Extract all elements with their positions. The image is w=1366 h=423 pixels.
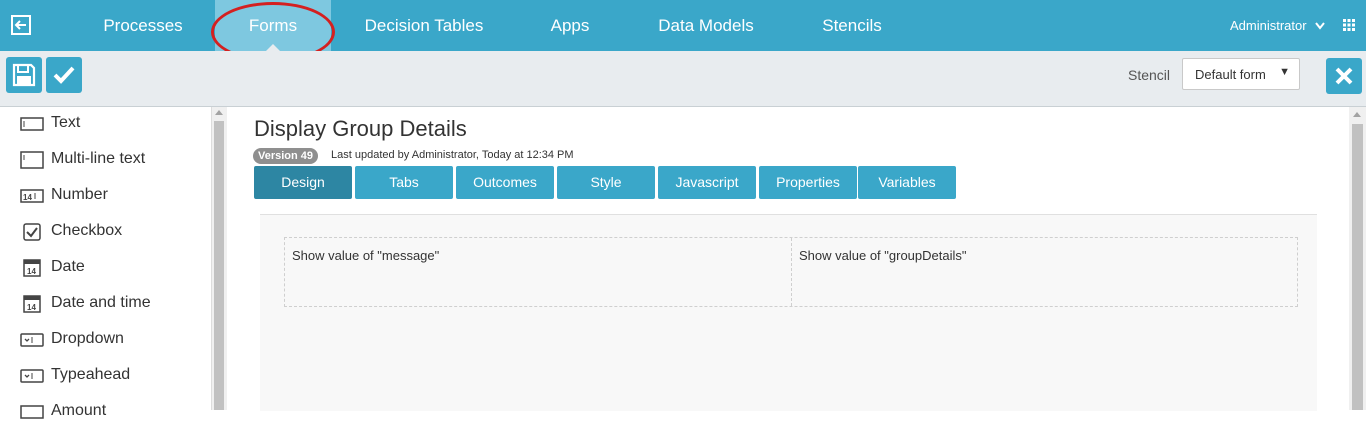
user-menu[interactable]: Administrator <box>1230 0 1325 51</box>
palette-item-checkbox[interactable]: Checkbox <box>20 215 205 243</box>
dropdown-icon <box>20 333 44 347</box>
save-button[interactable] <box>6 57 42 93</box>
top-nav: Processes Forms Decision Tables Apps Dat… <box>0 0 1366 51</box>
close-button[interactable] <box>1326 58 1362 94</box>
form-field-row[interactable]: Show value of "message" Show value of "g… <box>284 237 1298 307</box>
field-label: Show value of "message" <box>292 248 440 263</box>
nav-apps[interactable]: Apps <box>530 0 610 51</box>
checkmark-icon <box>53 66 75 84</box>
amount-icon <box>20 405 44 419</box>
palette-scrollbar[interactable] <box>211 107 227 410</box>
apps-grid-icon[interactable] <box>1343 19 1355 31</box>
chevron-down-icon <box>1315 22 1325 30</box>
tab-tabs[interactable]: Tabs <box>355 166 453 199</box>
scrollbar-thumb[interactable] <box>1352 124 1363 410</box>
palette-item-date[interactable]: 14 Date <box>20 251 205 279</box>
text-field-icon <box>20 117 44 131</box>
tab-variables[interactable]: Variables <box>858 166 956 199</box>
svg-text:14: 14 <box>27 267 36 276</box>
palette-item-number[interactable]: 14 Number <box>20 179 205 207</box>
palette-item-multiline-text[interactable]: Multi-line text <box>20 143 205 171</box>
design-canvas[interactable]: Show value of "message" Show value of "g… <box>260 214 1317 411</box>
stencil-select[interactable]: Default form ▼ <box>1182 58 1300 90</box>
validate-button[interactable] <box>46 57 82 93</box>
svg-text:14: 14 <box>23 193 32 202</box>
logout-icon[interactable] <box>10 14 32 36</box>
typeahead-icon <box>20 369 44 383</box>
palette-item-typeahead[interactable]: Typeahead <box>20 359 205 387</box>
page-title: Display Group Details <box>254 116 467 141</box>
svg-text:14: 14 <box>27 303 36 312</box>
field-show-group-details[interactable]: Show value of "groupDetails" <box>792 238 1297 306</box>
scroll-up-arrow-icon[interactable] <box>215 110 223 115</box>
scrollbar-thumb[interactable] <box>214 121 224 410</box>
multiline-text-icon <box>20 151 44 169</box>
editor-toolbar: Stencil Default form ▼ <box>0 51 1366 107</box>
palette-item-text[interactable]: Text <box>20 107 205 135</box>
palette-item-date-and-time[interactable]: 14 Date and time <box>20 287 205 315</box>
palette-item-dropdown[interactable]: Dropdown <box>20 323 205 351</box>
number-field-icon: 14 <box>20 189 44 203</box>
tab-outcomes[interactable]: Outcomes <box>456 166 554 199</box>
checkbox-icon <box>23 223 41 241</box>
calendar-icon: 14 <box>23 295 41 313</box>
nav-stencils[interactable]: Stencils <box>808 0 896 51</box>
field-show-message[interactable]: Show value of "message" <box>285 238 791 306</box>
field-label: Show value of "groupDetails" <box>799 248 967 263</box>
scroll-up-arrow-icon[interactable] <box>1353 112 1361 117</box>
last-updated-text: Last updated by Administrator, Today at … <box>331 149 574 161</box>
version-badge: Version 49 <box>253 148 319 164</box>
nav-processes[interactable]: Processes <box>90 0 196 51</box>
user-name: Administrator <box>1230 18 1307 33</box>
palette-item-amount[interactable]: Amount <box>20 395 205 423</box>
nav-data-models[interactable]: Data Models <box>643 0 769 51</box>
form-editor: Display Group Details Version 49 Last up… <box>227 107 1347 411</box>
main-scrollbar[interactable] <box>1349 107 1366 410</box>
close-icon <box>1335 67 1353 85</box>
field-palette: Text Multi-line text 14 Number Checkbox … <box>0 107 210 419</box>
nav-decision-tables[interactable]: Decision Tables <box>352 0 496 51</box>
tab-javascript[interactable]: Javascript <box>658 166 756 199</box>
calendar-icon: 14 <box>23 259 41 277</box>
dropdown-arrow-icon: ▼ <box>1279 66 1290 78</box>
tab-style[interactable]: Style <box>557 166 655 199</box>
stencil-label: Stencil <box>1128 67 1171 83</box>
tab-design[interactable]: Design <box>254 166 352 199</box>
tab-properties[interactable]: Properties <box>759 166 857 199</box>
stencil-select-value: Default form <box>1195 67 1266 82</box>
save-icon <box>12 63 36 87</box>
